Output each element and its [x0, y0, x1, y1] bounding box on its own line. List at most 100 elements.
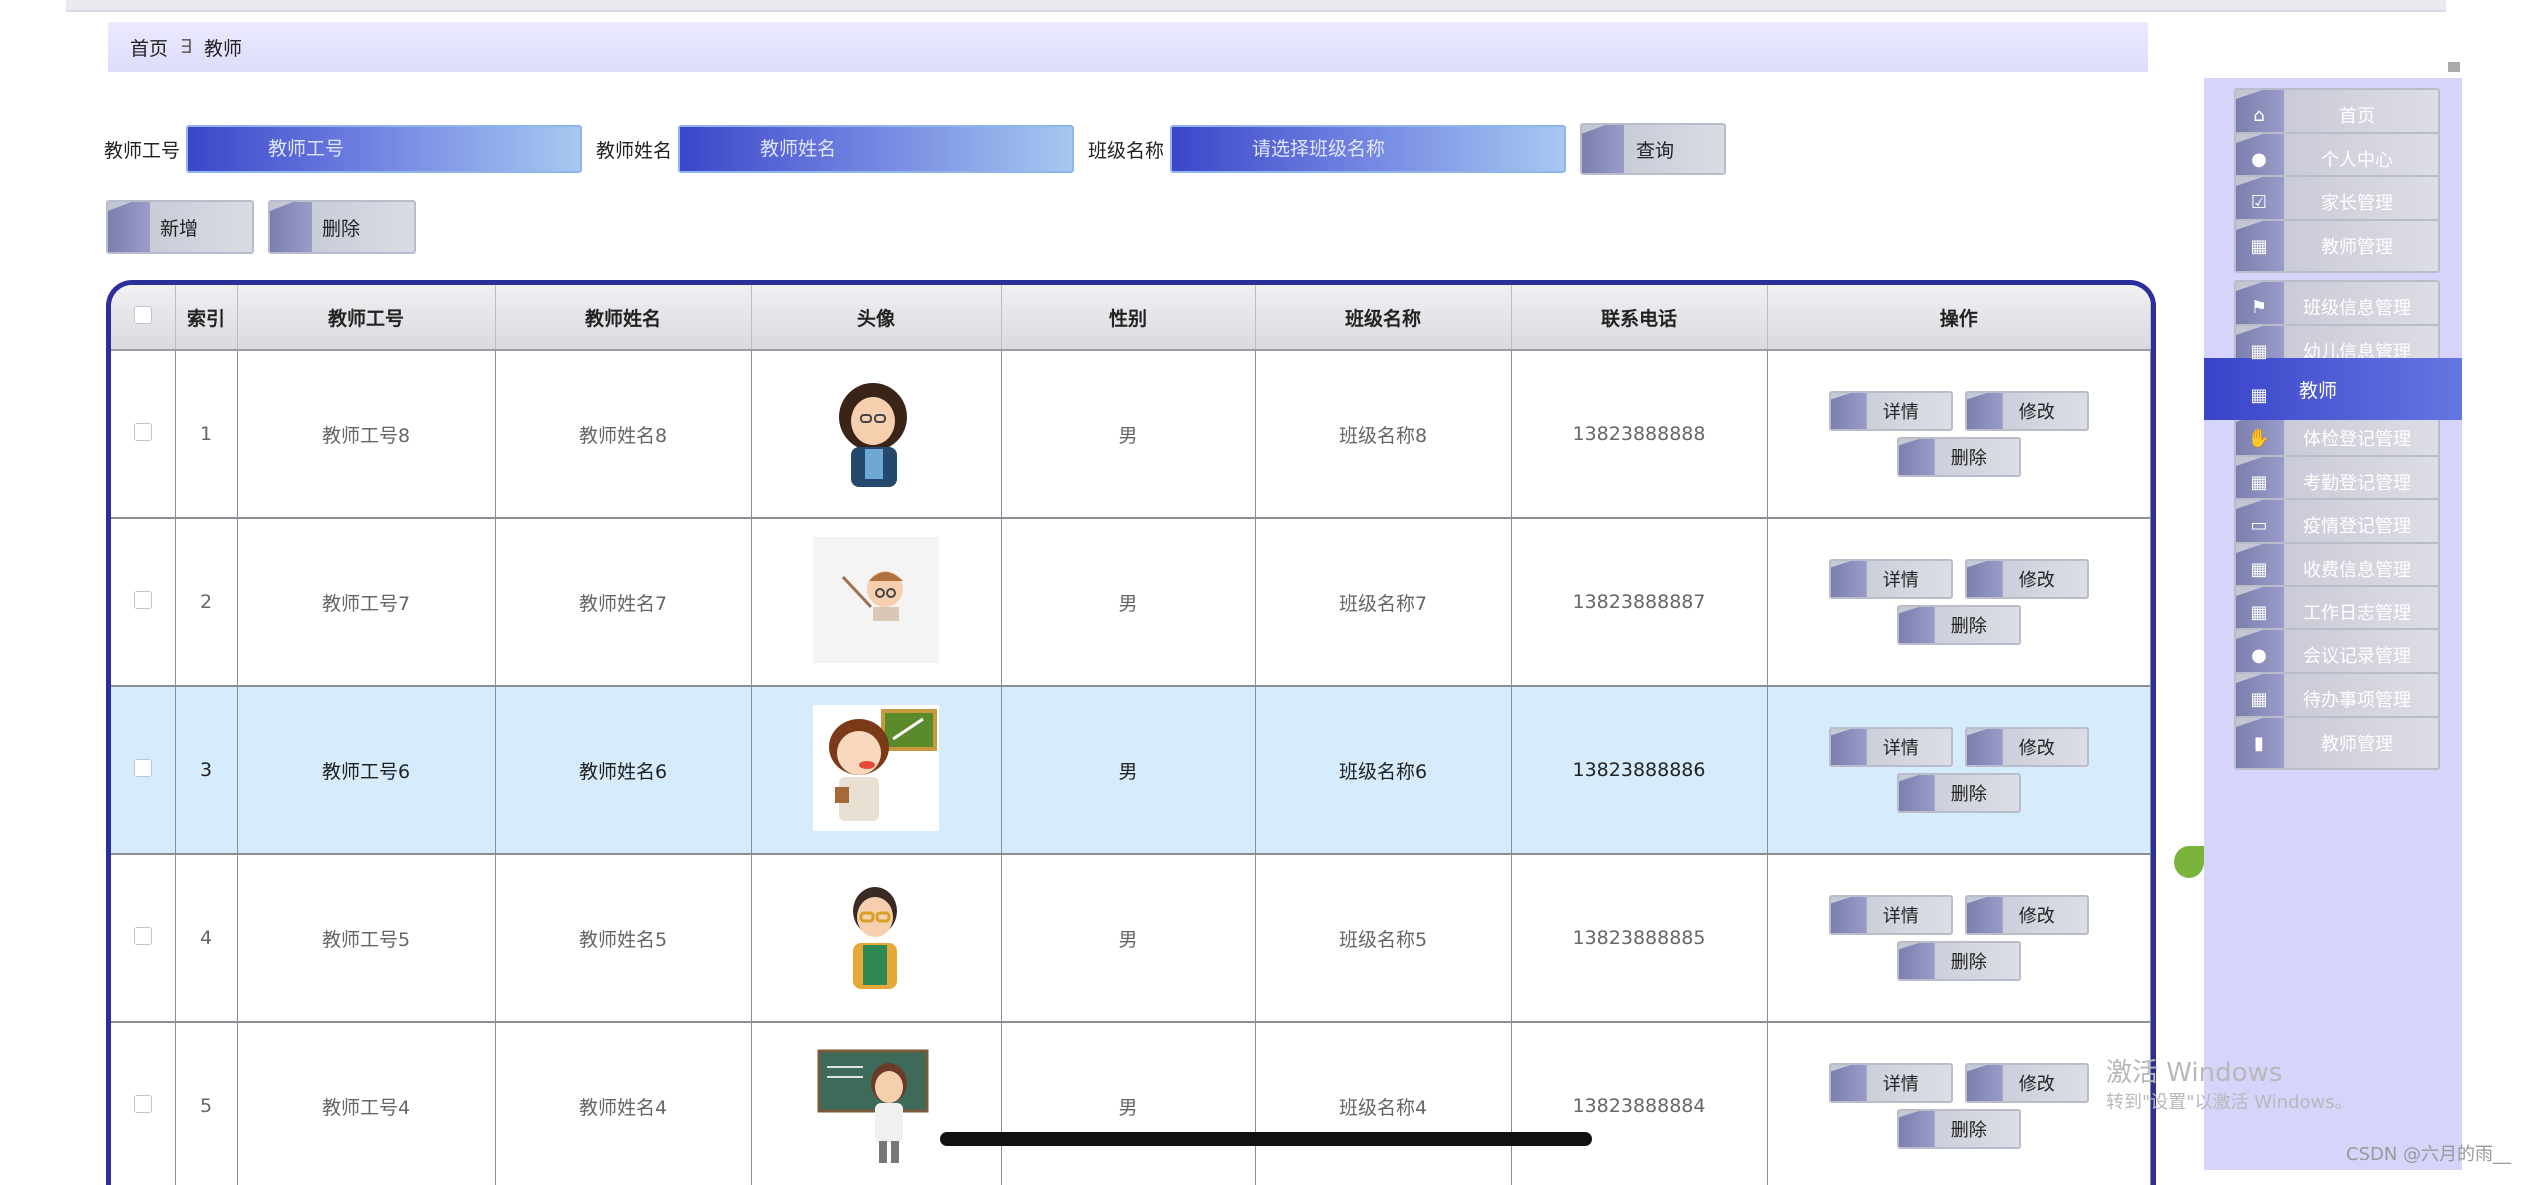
detail-label: 详情	[1882, 906, 1919, 927]
detail-button[interactable]: 详情	[1828, 727, 1953, 767]
table-row[interactable]: 5 教师工号4 教师姓名4 男班级名称4 13823888884 详情 修改 删除	[111, 1022, 2151, 1185]
phone-cell: 13823888888	[1511, 350, 1768, 519]
row-checkbox-cell	[111, 350, 176, 519]
column-header: 性别	[1001, 285, 1256, 351]
row-checkbox[interactable]	[133, 758, 152, 777]
top-bar	[66, 0, 2446, 12]
column-header: 联系电话	[1511, 285, 1768, 351]
edit-button[interactable]: 修改	[1964, 727, 2089, 767]
button-notch-decoration	[1966, 1065, 2003, 1101]
row-actions-top: 详情 修改	[1828, 391, 2089, 431]
class-label: 班级名称	[1088, 139, 1165, 162]
column-header: 头像	[751, 285, 1002, 351]
teacher-avatar[interactable]	[813, 536, 939, 663]
grid-icon: ▦	[2250, 688, 2268, 710]
column-header: 班级名称	[1255, 285, 1512, 351]
teacher-avatar[interactable]	[813, 1040, 939, 1167]
button-notch-decoration	[1830, 1065, 1867, 1101]
button-notch-decoration	[1830, 393, 1867, 429]
teacher-avatar[interactable]	[813, 704, 939, 831]
detail-label: 详情	[1882, 1074, 1919, 1095]
detail-button[interactable]: 详情	[1828, 1063, 1953, 1103]
class-select[interactable]	[1170, 125, 1567, 173]
table-row[interactable]: 3 教师工号6 教师姓名6 男班级名称6 13823888886 详情 修改 删除	[111, 686, 2151, 855]
row-checkbox[interactable]	[133, 590, 152, 609]
scrollbar[interactable]	[2448, 62, 2460, 72]
delete-label: 删除	[1950, 1120, 1987, 1141]
table-header: 索引 教师工号 教师姓名 头像 性别 班级名称 联系电话 操作	[111, 285, 2151, 351]
table-row[interactable]: 1 教师工号8 教师姓名8 男班级名称8 13823888888 详情 修改 删除	[111, 350, 2151, 519]
teacher-avatar[interactable]	[813, 872, 939, 999]
edit-button[interactable]: 修改	[1964, 1063, 2089, 1103]
delete-button[interactable]: 删除	[1896, 437, 2021, 477]
button-notch-decoration	[108, 202, 150, 252]
add-button[interactable]: 新增	[106, 200, 254, 254]
sidebar-item-label: 工作日志管理	[2303, 603, 2411, 624]
button-notch-decoration	[1966, 561, 2003, 597]
column-header: 教师工号	[237, 285, 496, 351]
row-checkbox-cell	[111, 686, 176, 855]
grid-icon: ▦	[2250, 235, 2268, 257]
operations-cell: 详情 修改删除	[1767, 854, 2151, 1023]
delete-button[interactable]: 删除	[1896, 941, 2021, 981]
teacher-avatar[interactable]	[813, 368, 939, 495]
sidebar-item-label: 疫情登记管理	[2303, 516, 2411, 537]
teacher-name-cell: 教师姓名7	[495, 518, 752, 687]
detail-button[interactable]: 详情	[1828, 895, 1953, 935]
teacher-id-input[interactable]	[186, 125, 583, 173]
edit-button[interactable]: 修改	[1964, 559, 2089, 599]
sidebar-item[interactable]: ▮ 教师管理	[2234, 716, 2440, 770]
grid-icon: ▦	[2250, 471, 2268, 493]
select-all-checkbox[interactable]	[133, 305, 152, 324]
row-checkbox[interactable]	[133, 422, 152, 441]
index-cell: 4	[175, 854, 238, 1023]
sidebar-item-label: 个人中心	[2321, 150, 2393, 171]
activation-watermark: 激活 Windows	[2106, 1058, 2283, 1088]
sidebar-item-teacher-active[interactable]: 教师	[2204, 358, 2462, 420]
button-notch-decoration	[1966, 897, 2003, 933]
grid-icon: ▦	[2250, 558, 2268, 580]
gender-cell: 男	[1001, 350, 1256, 519]
floating-leaf-icon[interactable]	[2174, 846, 2204, 878]
delete-button[interactable]: 删除	[1896, 773, 2021, 813]
home-indicator[interactable]	[940, 1132, 1592, 1146]
user-icon: ●	[2251, 148, 2267, 170]
detail-label: 详情	[1882, 570, 1919, 591]
delete-button[interactable]: 删除	[1896, 605, 2021, 645]
batch-delete-button[interactable]: 删除	[268, 200, 416, 254]
breadcrumb-home[interactable]: 首页	[130, 34, 168, 61]
detail-button[interactable]: 详情	[1828, 559, 1953, 599]
teacher-id-label: 教师工号	[104, 139, 181, 162]
row-actions: 详情 修改删除	[1769, 895, 2150, 981]
delete-button[interactable]: 删除	[1896, 1109, 2021, 1149]
activation-watermark-sub: 转到"设置"以激活 Windows。	[2106, 1092, 2353, 1113]
button-notch-decoration	[1830, 897, 1867, 933]
edit-button[interactable]: 修改	[1964, 391, 2089, 431]
table-row[interactable]: 2 教师工号7 教师姓名7 男班级名称7 13823888887 详情 修改 删除	[111, 518, 2151, 687]
select-all-header[interactable]	[111, 285, 176, 351]
edit-button[interactable]: 修改	[1964, 895, 2089, 935]
add-label: 新增	[160, 217, 199, 240]
grid-icon: ▦	[2250, 384, 2268, 406]
button-notch-decoration	[1966, 729, 2003, 765]
index-cell: 3	[175, 686, 238, 855]
row-checkbox[interactable]	[133, 926, 152, 945]
teacher-id-cell: 教师工号5	[237, 854, 496, 1023]
table-row[interactable]: 4 教师工号5 教师姓名5 男班级名称5 13823888885 详情 修改 删除	[111, 854, 2151, 1023]
index-cell: 1	[175, 350, 238, 519]
detail-button[interactable]: 详情	[1828, 391, 1953, 431]
edit-label: 修改	[2018, 906, 2055, 927]
row-actions-top: 详情 修改	[1828, 895, 2089, 935]
teacher-name-input[interactable]	[678, 125, 1075, 173]
query-label: 查询	[1636, 139, 1675, 162]
gender-cell: 男	[1001, 686, 1256, 855]
teacher-id-cell: 教师工号8	[237, 350, 496, 519]
operations-cell: 详情 修改删除	[1767, 686, 2151, 855]
avatar-cell	[751, 518, 1002, 687]
query-button[interactable]: 查询	[1580, 123, 1727, 175]
delete-label: 删除	[1950, 952, 1987, 973]
batch-delete-label: 删除	[322, 217, 361, 240]
button-notch-decoration	[1898, 943, 1935, 979]
row-checkbox[interactable]	[133, 1094, 152, 1113]
sidebar-item[interactable]: ▦ 教师管理	[2234, 219, 2440, 273]
